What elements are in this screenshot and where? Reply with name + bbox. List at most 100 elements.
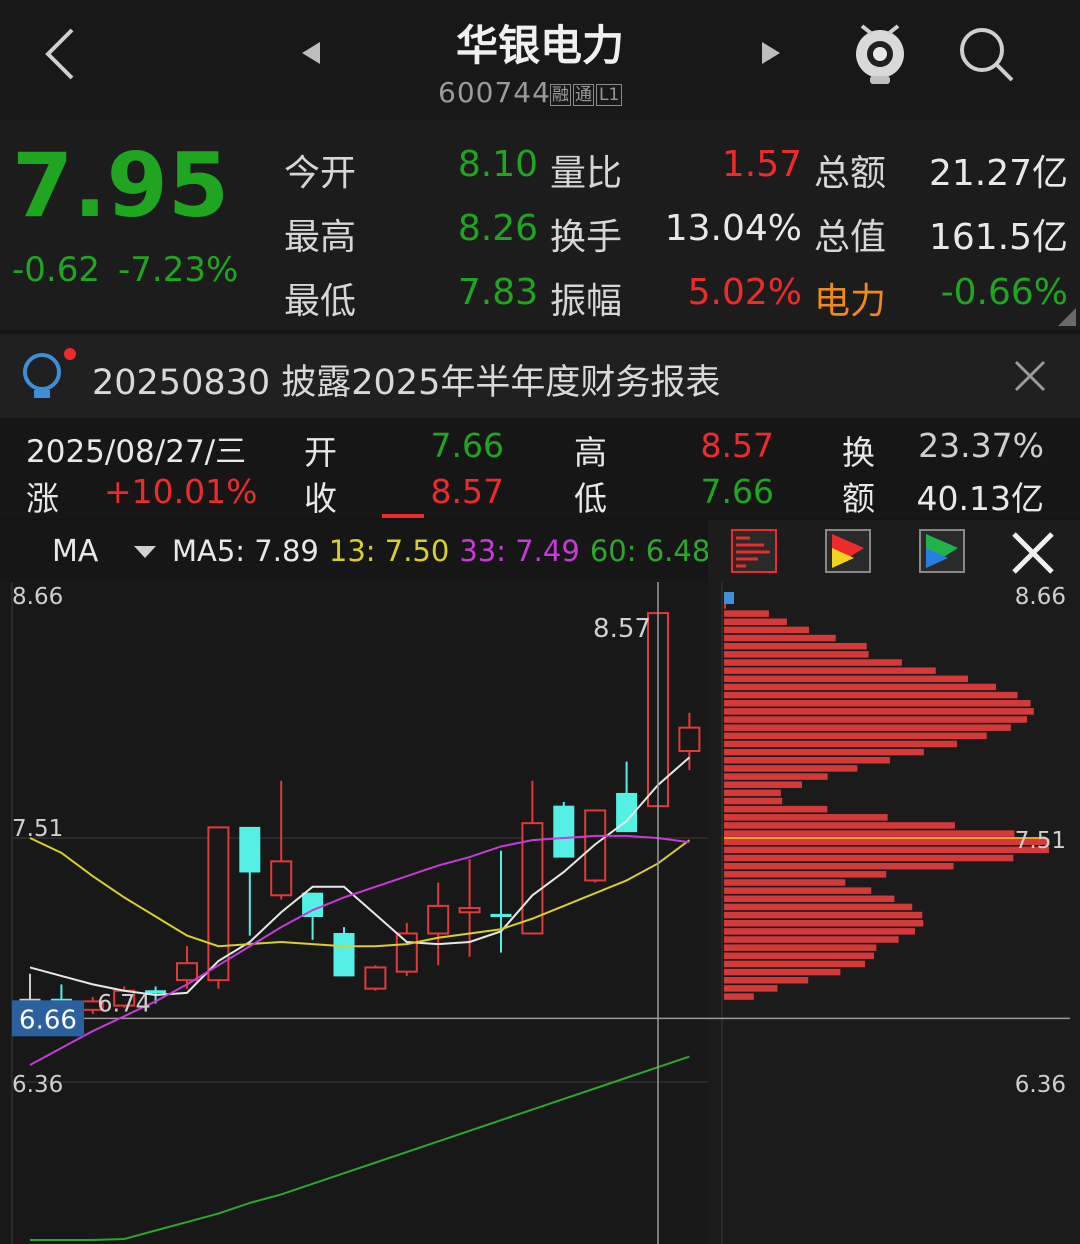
profile-bar bbox=[724, 626, 810, 634]
mascot-icon[interactable] bbox=[850, 18, 910, 88]
candle-body bbox=[333, 932, 355, 977]
stock-code: 600744 bbox=[438, 76, 551, 109]
profile-bar bbox=[724, 814, 888, 821]
y-tick-label: 6.36 bbox=[12, 1072, 63, 1098]
header-bar: 华银电力 600744 融 通 L1 bbox=[0, 0, 1080, 120]
expand-corner-icon[interactable] bbox=[1058, 308, 1076, 326]
amplitude-value: 5.02% bbox=[687, 272, 802, 313]
announcement-bar[interactable]: 20250830 披露2025年半年度财务报表 bbox=[0, 334, 1080, 418]
stock-name: 华银电力 bbox=[455, 21, 624, 70]
kline-chart[interactable]: 8.66 7.51 6.36 8.66 7.51 6.36 6.66 8.57 6.74 bbox=[0, 582, 1080, 1244]
back-icon[interactable] bbox=[40, 26, 80, 82]
indicator-bar: MA MA5: 7.89 13: 7.50 33: 7.49 60: 6.48 … bbox=[0, 520, 1080, 582]
day-low-value: 7.66 bbox=[700, 472, 774, 511]
candle-body bbox=[458, 907, 481, 914]
day-open-label: 开 bbox=[304, 433, 337, 472]
profile-bar bbox=[724, 944, 877, 951]
profile-bar bbox=[724, 659, 902, 666]
selected-date: 2025/08/27/三 bbox=[26, 434, 247, 470]
profile-bar bbox=[724, 789, 781, 797]
day-change-pct: +10.01% bbox=[104, 472, 258, 511]
price-change: -0.62 bbox=[12, 250, 100, 290]
candle-body bbox=[395, 932, 418, 973]
close-icon[interactable] bbox=[1012, 358, 1048, 394]
profile-bar bbox=[724, 765, 858, 772]
profile-bar bbox=[724, 642, 867, 650]
red-flag-icon[interactable] bbox=[824, 528, 872, 574]
profile-bar bbox=[724, 651, 869, 658]
profile-bar bbox=[724, 960, 866, 968]
day-amount-value: 40.13亿 bbox=[916, 479, 1044, 518]
profile-bar bbox=[724, 699, 1031, 707]
lightbulb-icon bbox=[23, 348, 76, 398]
profile-bar bbox=[724, 838, 1050, 845]
profile-bar bbox=[724, 830, 1015, 837]
market-cap-label: 总值 bbox=[814, 217, 887, 258]
profile-bar bbox=[724, 757, 890, 764]
profile-bar bbox=[724, 919, 924, 927]
day-close-value: 8.57 bbox=[430, 472, 504, 511]
day-amount-label: 额 bbox=[842, 479, 875, 518]
ma33-value: 33: 7.49 bbox=[459, 534, 580, 568]
profile-bar bbox=[724, 879, 846, 886]
day-open-value: 7.66 bbox=[430, 426, 504, 465]
open-label: 今开 bbox=[284, 153, 357, 194]
low-annotation: 6.74 bbox=[97, 989, 150, 1017]
price-change-pct: -7.23% bbox=[118, 250, 239, 290]
candle-body bbox=[678, 726, 701, 753]
profile-bar bbox=[724, 928, 916, 935]
close-icon[interactable] bbox=[1010, 530, 1056, 576]
green-flag-icon[interactable] bbox=[918, 528, 966, 574]
profile-bar bbox=[724, 708, 1034, 715]
profile-bar bbox=[724, 936, 899, 943]
price-panel-bg bbox=[0, 582, 708, 1244]
profile-bar bbox=[724, 773, 828, 780]
profile-bar bbox=[724, 862, 954, 870]
day-low-label: 低 bbox=[574, 479, 607, 518]
high-annotation: 8.57 bbox=[593, 614, 651, 644]
chip-distribution-icon[interactable] bbox=[730, 528, 778, 574]
day-change-label: 涨 bbox=[26, 479, 59, 518]
sector-change-value: -0.66% bbox=[940, 272, 1068, 313]
profile-bar bbox=[724, 691, 1018, 699]
sector-label[interactable]: 电力 bbox=[814, 272, 886, 324]
low-label: 最低 bbox=[284, 281, 357, 322]
profile-bar bbox=[724, 977, 809, 984]
next-stock-icon[interactable] bbox=[758, 40, 782, 66]
ma13-value: 13: 7.50 bbox=[328, 534, 450, 568]
chevron-down-icon[interactable] bbox=[134, 546, 156, 560]
current-price: 7.95 bbox=[12, 134, 230, 237]
badge: 通 bbox=[573, 84, 594, 106]
day-close-label: 收 bbox=[304, 479, 337, 518]
profile-bar bbox=[724, 903, 913, 911]
day-turnover-label: 换 bbox=[842, 433, 875, 472]
profile-bar bbox=[724, 634, 836, 642]
profile-bar bbox=[724, 618, 787, 626]
low-value: 7.83 bbox=[457, 272, 538, 313]
prev-stock-icon[interactable] bbox=[300, 40, 324, 66]
day-high-value: 8.57 bbox=[700, 426, 774, 465]
quote-panel: 7.95 -0.62 -7.23% 今开 8.10 量比 1.57 总额 21.… bbox=[0, 120, 1080, 330]
profile-bar bbox=[724, 895, 895, 903]
profile-top-marker bbox=[724, 592, 734, 604]
candle-body bbox=[490, 913, 512, 918]
candle-body bbox=[270, 860, 293, 897]
profile-bar bbox=[724, 805, 828, 813]
ma-values: MA5: 7.89 13: 7.50 33: 7.49 60: 6.48 1 bbox=[172, 534, 739, 568]
y-tick-label: 6.36 bbox=[1015, 1072, 1066, 1098]
profile-bar bbox=[724, 846, 1050, 854]
open-value: 8.10 bbox=[457, 144, 538, 185]
y-tick-label: 8.66 bbox=[1015, 584, 1066, 610]
candle-body bbox=[239, 826, 261, 873]
profile-bar bbox=[724, 871, 887, 878]
profile-bar bbox=[724, 724, 1011, 731]
profile-bar bbox=[724, 854, 1014, 862]
candle-body bbox=[553, 805, 575, 858]
announcement-text[interactable]: 20250830 披露2025年半年度财务报表 bbox=[92, 354, 720, 405]
search-icon[interactable] bbox=[956, 26, 1018, 84]
selected-day-info: 2025/08/27/三 涨 +10.01% 开 7.66 收 8.57 高 8… bbox=[0, 418, 1080, 518]
y-tick-label: 8.66 bbox=[12, 584, 63, 610]
profile-bar bbox=[724, 887, 872, 894]
ma5-value: MA5: 7.89 bbox=[172, 534, 319, 568]
indicator-selector[interactable]: MA bbox=[52, 534, 98, 569]
